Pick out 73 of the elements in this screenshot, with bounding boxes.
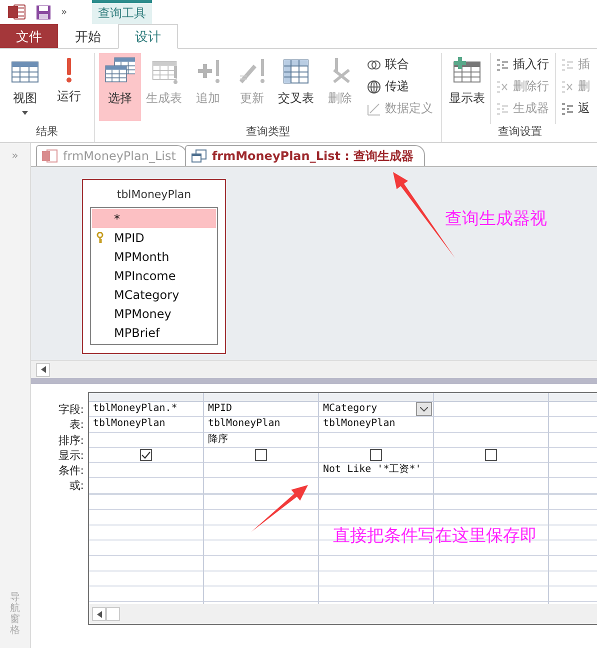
grid-cell[interactable] — [319, 478, 433, 494]
delete-column-icon — [560, 80, 574, 94]
scroll-thumb[interactable] — [106, 607, 120, 621]
ribbon-small-button[interactable]: 返 — [560, 99, 590, 118]
show-checkbox[interactable] — [485, 449, 497, 462]
ribbon-button[interactable]: 显示表 — [446, 53, 488, 121]
grid-cell[interactable] — [434, 463, 548, 478]
grid-cell[interactable]: Not Like '*工资*' — [319, 463, 433, 478]
group-label: 查询类型 — [246, 124, 290, 140]
grid-cell[interactable] — [434, 417, 548, 433]
grid-cell[interactable] — [89, 463, 203, 478]
key-icon — [96, 232, 104, 244]
group-label: 查询设置 — [498, 124, 542, 140]
form-icon — [42, 149, 58, 163]
annotation-arrow — [251, 485, 308, 532]
link-circles-icon — [367, 58, 381, 72]
ribbon-tab[interactable]: 设计 — [118, 24, 178, 49]
document-tab[interactable]: frmMoneyPlan_List : 查询生成器 — [184, 145, 425, 166]
grid-cell[interactable]: tblMoneyPlan — [319, 417, 433, 433]
ribbon-tab[interactable]: 文件 — [0, 24, 58, 48]
show-checkbox[interactable] — [370, 449, 382, 462]
group-label: 结果 — [36, 124, 58, 140]
grid-cell[interactable] — [434, 478, 548, 494]
grid-cell[interactable] — [89, 478, 203, 494]
show-checkbox[interactable] — [255, 449, 267, 462]
annotation-text: 直接把条件写在这里保存即 — [333, 525, 537, 547]
save-icon[interactable] — [36, 4, 51, 20]
nav-pane-label: 导航窗格 — [10, 592, 20, 636]
column-selector[interactable] — [89, 393, 203, 402]
delete-row-icon — [495, 80, 509, 94]
globe-icon — [367, 80, 381, 94]
app-logo-icon[interactable] — [8, 4, 26, 20]
exclamation-icon — [65, 56, 73, 84]
row-label: 条件: — [58, 463, 84, 478]
grid-cell[interactable] — [204, 478, 318, 494]
ribbon-button[interactable]: 视图 — [4, 53, 46, 121]
row-label: 表: — [69, 417, 84, 433]
grid-cell[interactable]: 降序 — [204, 432, 318, 448]
field-item[interactable]: * — [92, 209, 216, 228]
annotation-text: 查询生成器视 — [445, 208, 547, 230]
grid-cell[interactable] — [89, 432, 203, 448]
pencil-exclamation-icon — [237, 56, 267, 86]
grid-scrollbar[interactable] — [89, 604, 597, 624]
query-icon — [190, 149, 207, 163]
show-checkbox[interactable] — [140, 449, 152, 462]
ribbon-small-button[interactable]: 插入行 — [495, 55, 549, 74]
more-button[interactable]: » — [61, 6, 68, 18]
horizontal-scrollbar[interactable] — [31, 360, 597, 378]
grid-cell[interactable] — [434, 432, 548, 448]
grid-cell[interactable]: tblMoneyPlan — [89, 417, 203, 433]
grid-cell[interactable]: MPID — [204, 402, 318, 418]
grid-cell[interactable]: MCategory — [319, 402, 433, 418]
grid-cell[interactable] — [319, 432, 433, 448]
grid-cell[interactable]: tblMoneyPlan.* — [89, 402, 203, 418]
table-title: tblMoneyPlan — [116, 187, 192, 203]
ribbon-button[interactable]: 选择 — [99, 53, 141, 121]
scroll-left-icon[interactable] — [40, 366, 46, 373]
grid-cell[interactable] — [204, 463, 318, 478]
caret-icon — [22, 111, 28, 115]
scroll-left-icon[interactable] — [96, 610, 102, 618]
row-label: 或: — [69, 478, 84, 494]
ribbon-button[interactable]: 交叉表 — [275, 53, 317, 121]
ribbon-small-button[interactable]: 传递 — [367, 77, 433, 96]
row-label: 显示: — [58, 448, 84, 464]
dropdown-button[interactable] — [416, 402, 432, 416]
row-label: 字段: — [58, 402, 84, 418]
ribbon-small-button[interactable]: 联合 — [367, 55, 433, 74]
row-label: 排序: — [58, 432, 84, 448]
chevron-down-icon — [420, 406, 428, 412]
ribbon-button[interactable]: 运行 — [48, 53, 90, 121]
insert-row-icon — [495, 58, 509, 72]
column-selector[interactable] — [204, 393, 318, 402]
grid-cell[interactable]: tblMoneyPlan — [204, 417, 318, 433]
